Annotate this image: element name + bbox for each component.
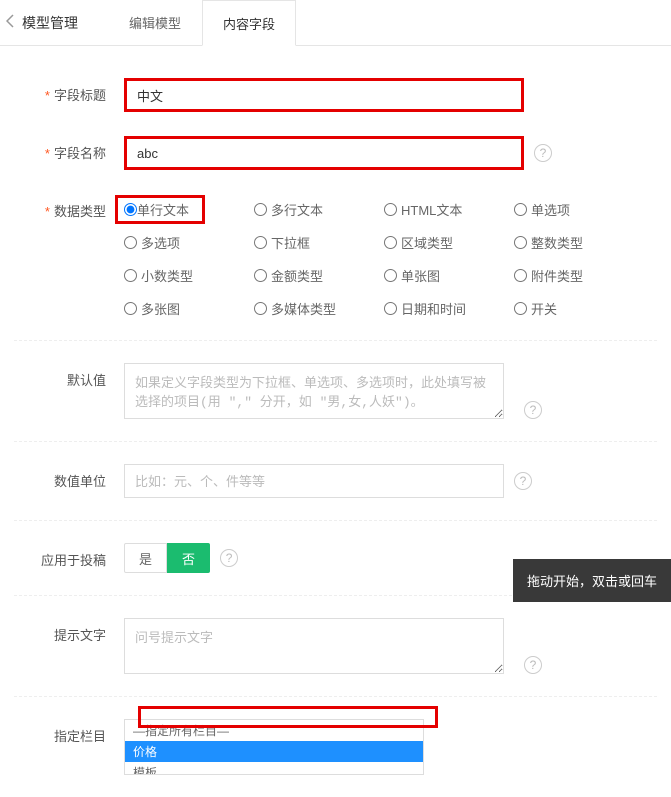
data-type-option[interactable]: 下拉框 bbox=[254, 233, 384, 252]
help-icon[interactable]: ? bbox=[524, 401, 542, 419]
listbox-option[interactable]: 模板 bbox=[125, 762, 423, 775]
tabs: 编辑模型 内容字段 bbox=[108, 0, 296, 45]
data-type-option[interactable]: 附件类型 bbox=[514, 266, 644, 285]
data-type-option[interactable]: 多行文本 bbox=[254, 200, 384, 219]
label-hint: 提示文字 bbox=[14, 618, 124, 644]
help-icon[interactable]: ? bbox=[534, 144, 552, 162]
data-type-option[interactable]: HTML文本 bbox=[384, 200, 514, 219]
data-type-option[interactable]: 单张图 bbox=[384, 266, 514, 285]
contribute-toggle: 是 否 bbox=[124, 543, 210, 573]
label-default-value: 默认值 bbox=[14, 363, 124, 389]
data-type-option[interactable]: 金额类型 bbox=[254, 266, 384, 285]
field-name-input[interactable] bbox=[124, 136, 524, 170]
data-type-option[interactable]: 多选项 bbox=[124, 233, 254, 252]
data-type-option[interactable]: 小数类型 bbox=[124, 266, 254, 285]
data-type-option[interactable]: 区域类型 bbox=[384, 233, 514, 252]
label-field-name: *字段名称 bbox=[14, 136, 124, 162]
hint-textarea[interactable] bbox=[124, 618, 504, 674]
tab-edit-model[interactable]: 编辑模型 bbox=[108, 0, 202, 45]
label-data-type: *数据类型 bbox=[14, 194, 124, 220]
listbox-option[interactable]: —指定所有栏目— bbox=[125, 720, 423, 741]
field-title-input[interactable] bbox=[124, 78, 524, 112]
data-type-radios: 单行文本多行文本HTML文本单选项多选项下拉框区域类型整数类型小数类型金额类型单… bbox=[124, 194, 654, 318]
help-icon[interactable]: ? bbox=[524, 656, 542, 674]
default-value-textarea[interactable] bbox=[124, 363, 504, 419]
data-type-option[interactable]: 多媒体类型 bbox=[254, 299, 384, 318]
back-icon[interactable] bbox=[0, 14, 22, 31]
data-type-option[interactable]: 单行文本 bbox=[124, 200, 254, 219]
data-type-option[interactable]: 单选项 bbox=[514, 200, 644, 219]
help-icon[interactable]: ? bbox=[514, 472, 532, 490]
column-listbox[interactable]: —指定所有栏目—价格模板 bbox=[124, 719, 424, 775]
listbox-option[interactable]: 价格 bbox=[125, 741, 423, 762]
data-type-option[interactable]: 整数类型 bbox=[514, 233, 644, 252]
tab-content-fields[interactable]: 内容字段 bbox=[202, 0, 296, 46]
contribute-no[interactable]: 否 bbox=[167, 543, 210, 573]
page-title: 模型管理 bbox=[22, 13, 78, 33]
data-type-option[interactable]: 日期和时间 bbox=[384, 299, 514, 318]
label-field-title: *字段标题 bbox=[14, 78, 124, 104]
unit-input[interactable] bbox=[124, 464, 504, 498]
snackbar: 拖动开始，双击或回车 bbox=[513, 559, 671, 602]
label-unit: 数值单位 bbox=[14, 464, 124, 490]
data-type-option[interactable]: 多张图 bbox=[124, 299, 254, 318]
data-type-option[interactable]: 开关 bbox=[514, 299, 644, 318]
label-column: 指定栏目 bbox=[14, 719, 124, 745]
label-contribute: 应用于投稿 bbox=[14, 543, 124, 569]
help-icon[interactable]: ? bbox=[220, 549, 238, 567]
contribute-yes[interactable]: 是 bbox=[124, 543, 167, 573]
